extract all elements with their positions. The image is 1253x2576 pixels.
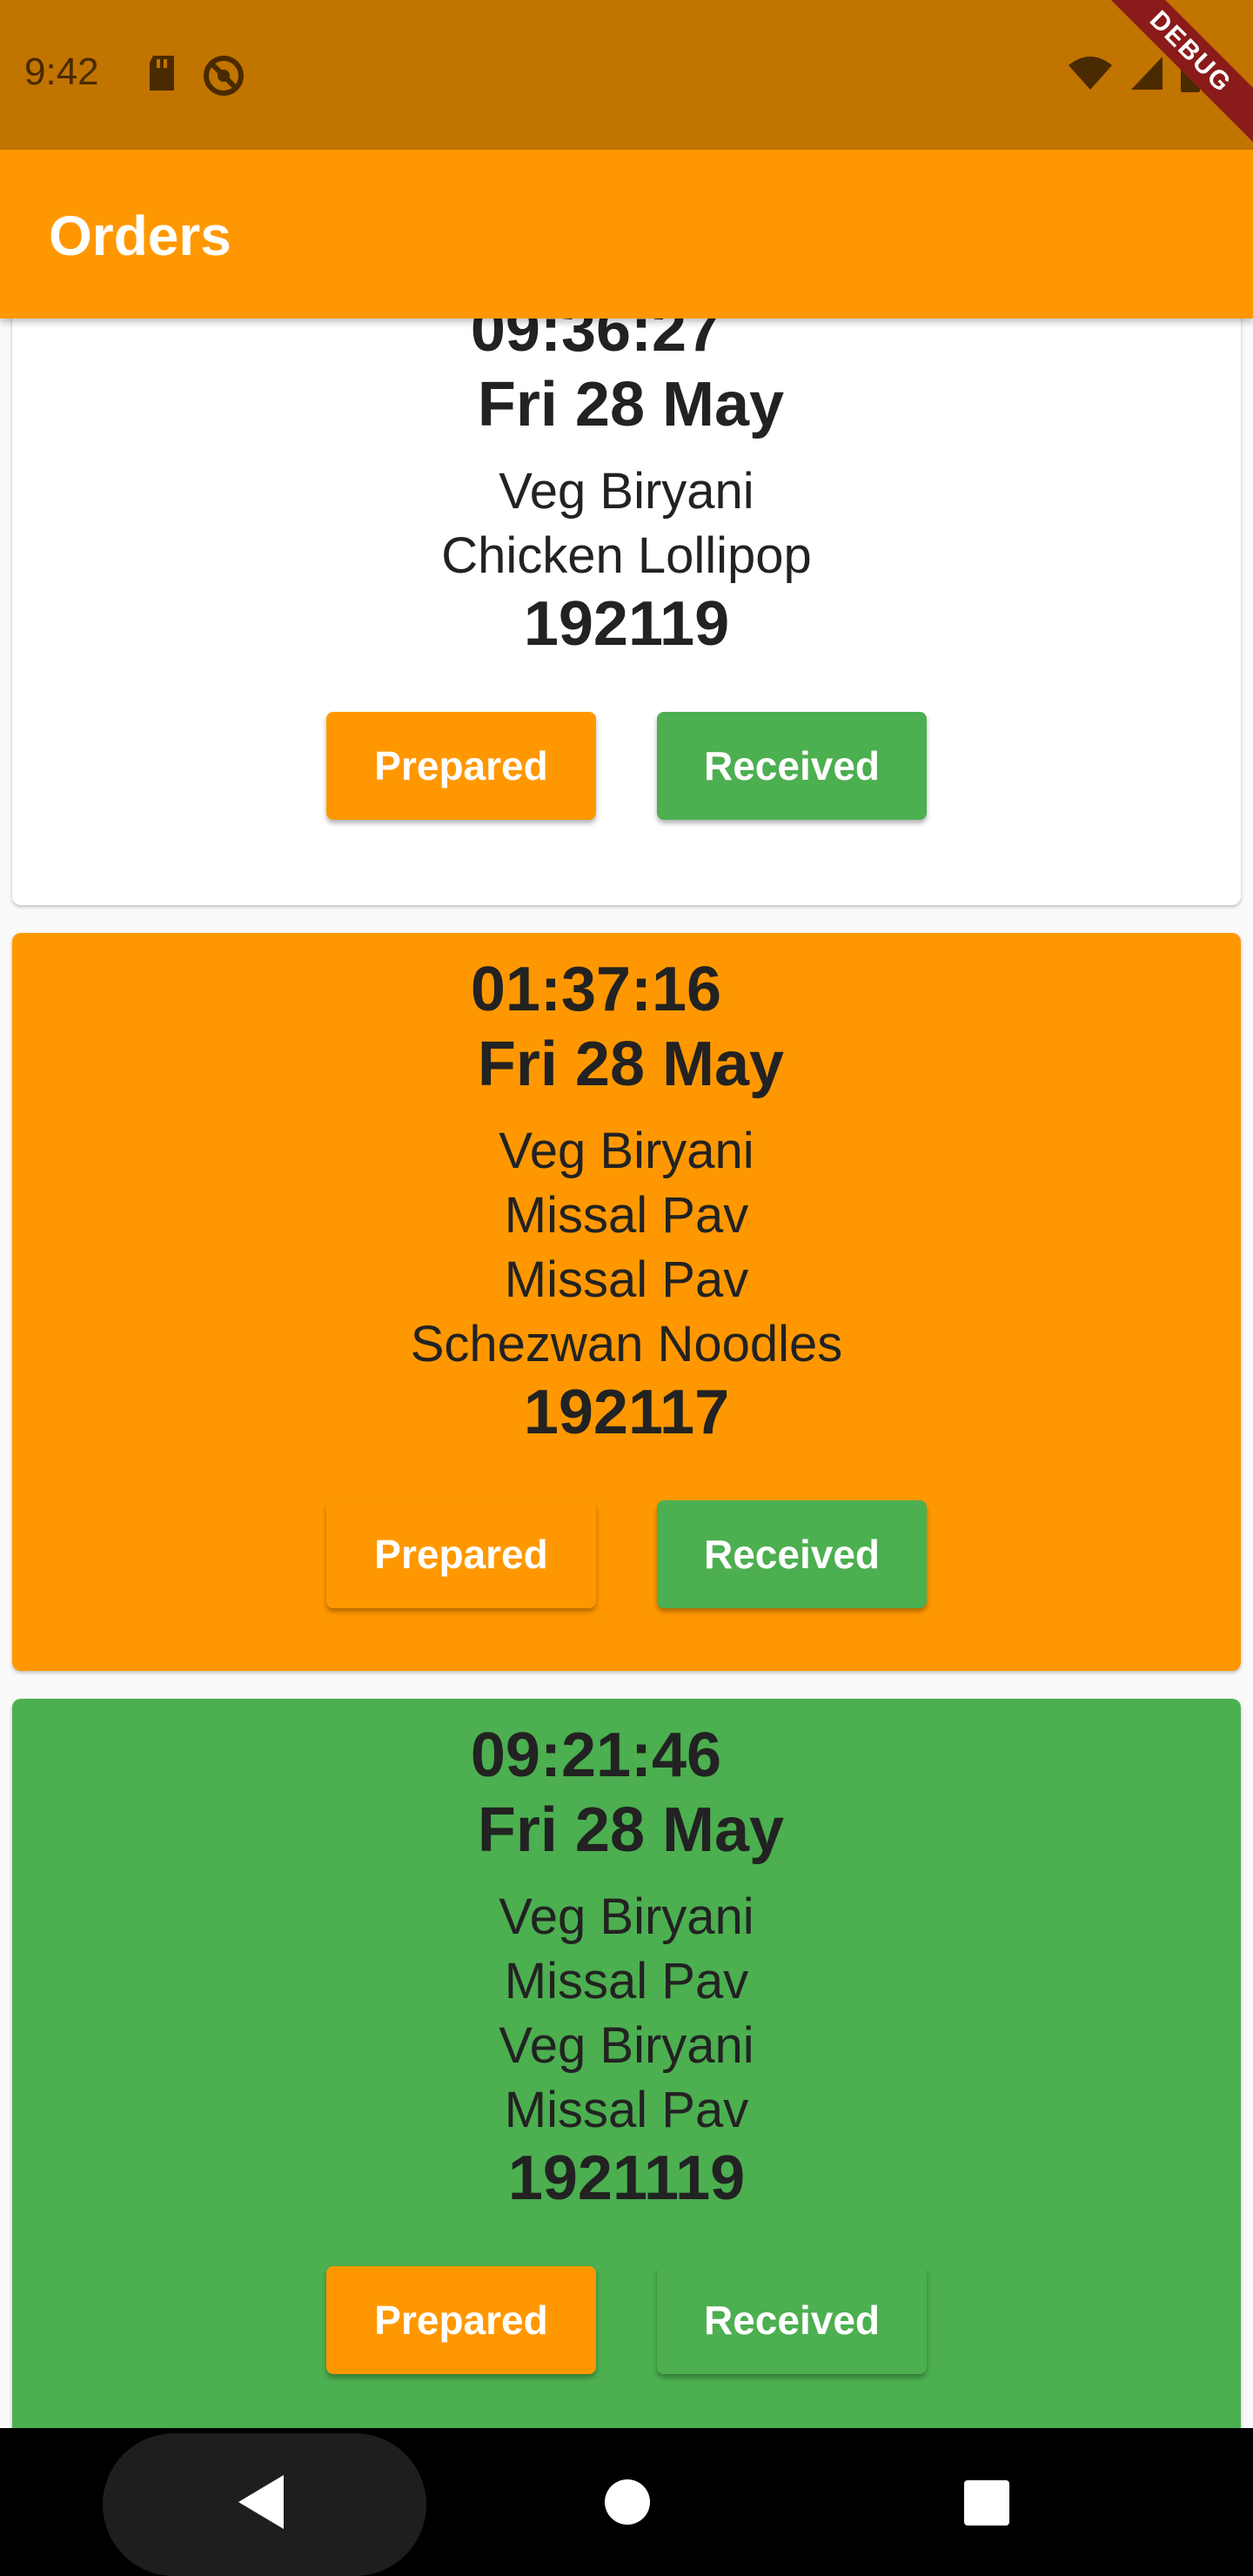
order-date: Fri 28 May (477, 1030, 785, 1099)
order-time: 01:37:16 (470, 955, 722, 1024)
order-item: Missal Pav (504, 1187, 749, 1244)
prepared-button[interactable]: Prepared (326, 1500, 596, 1608)
orders-list[interactable]: 09:36:27 Fri 28 May Veg Biryani Chicken … (0, 319, 1253, 2428)
status-bar: 9:42 DEBUG (0, 0, 1253, 150)
order-item: Missal Pav (504, 2082, 749, 2138)
system-nav-bar (0, 2428, 1253, 2576)
order-item: Missal Pav (504, 1953, 749, 2009)
home-icon[interactable] (604, 2479, 651, 2530)
order-id: 1921119 (507, 2143, 746, 2213)
order-time: 09:36:27 (470, 319, 722, 365)
order-item: Veg Biryani (499, 2017, 754, 2074)
signal-icon (1129, 55, 1164, 96)
order-items: Veg Biryani Missal Pav Veg Biryani Missa… (12, 1885, 1241, 2143)
order-card: 09:21:46 Fri 28 May Veg Biryani Missal P… (12, 1699, 1241, 2428)
received-button[interactable]: Received (657, 2266, 927, 2374)
received-button[interactable]: Received (657, 712, 927, 820)
order-item: Schezwan Noodles (410, 1316, 843, 1372)
order-time: 09:21:46 (470, 1721, 722, 1790)
order-item: Chicken Lollipop (441, 527, 812, 584)
recents-icon[interactable] (964, 2480, 1009, 2530)
page-title: Orders (49, 205, 231, 267)
order-id: 192117 (523, 1378, 730, 1447)
order-item: Veg Biryani (499, 1888, 754, 1945)
status-time: 9:42 (24, 50, 99, 93)
order-card: 09:36:27 Fri 28 May Veg Biryani Chicken … (12, 319, 1241, 905)
do-not-disturb-icon (202, 54, 245, 102)
order-items: Veg Biryani Missal Pav Missal Pav Schezw… (12, 1119, 1241, 1377)
order-item: Veg Biryani (499, 1123, 754, 1179)
order-items: Veg Biryani Chicken Lollipop (12, 460, 1241, 588)
wifi-icon (1067, 55, 1114, 96)
order-date: Fri 28 May (477, 370, 785, 439)
order-date: Fri 28 May (477, 1795, 785, 1865)
sd-card-icon (144, 54, 179, 102)
app-bar: Orders (0, 150, 1253, 319)
back-icon[interactable] (235, 2472, 287, 2537)
order-id: 192119 (523, 589, 730, 659)
order-item: Missal Pav (504, 1251, 749, 1308)
prepared-button[interactable]: Prepared (326, 712, 596, 820)
order-item: Veg Biryani (499, 463, 754, 520)
prepared-button[interactable]: Prepared (326, 2266, 596, 2374)
received-button[interactable]: Received (657, 1500, 927, 1608)
order-card: 01:37:16 Fri 28 May Veg Biryani Missal P… (12, 933, 1241, 1671)
